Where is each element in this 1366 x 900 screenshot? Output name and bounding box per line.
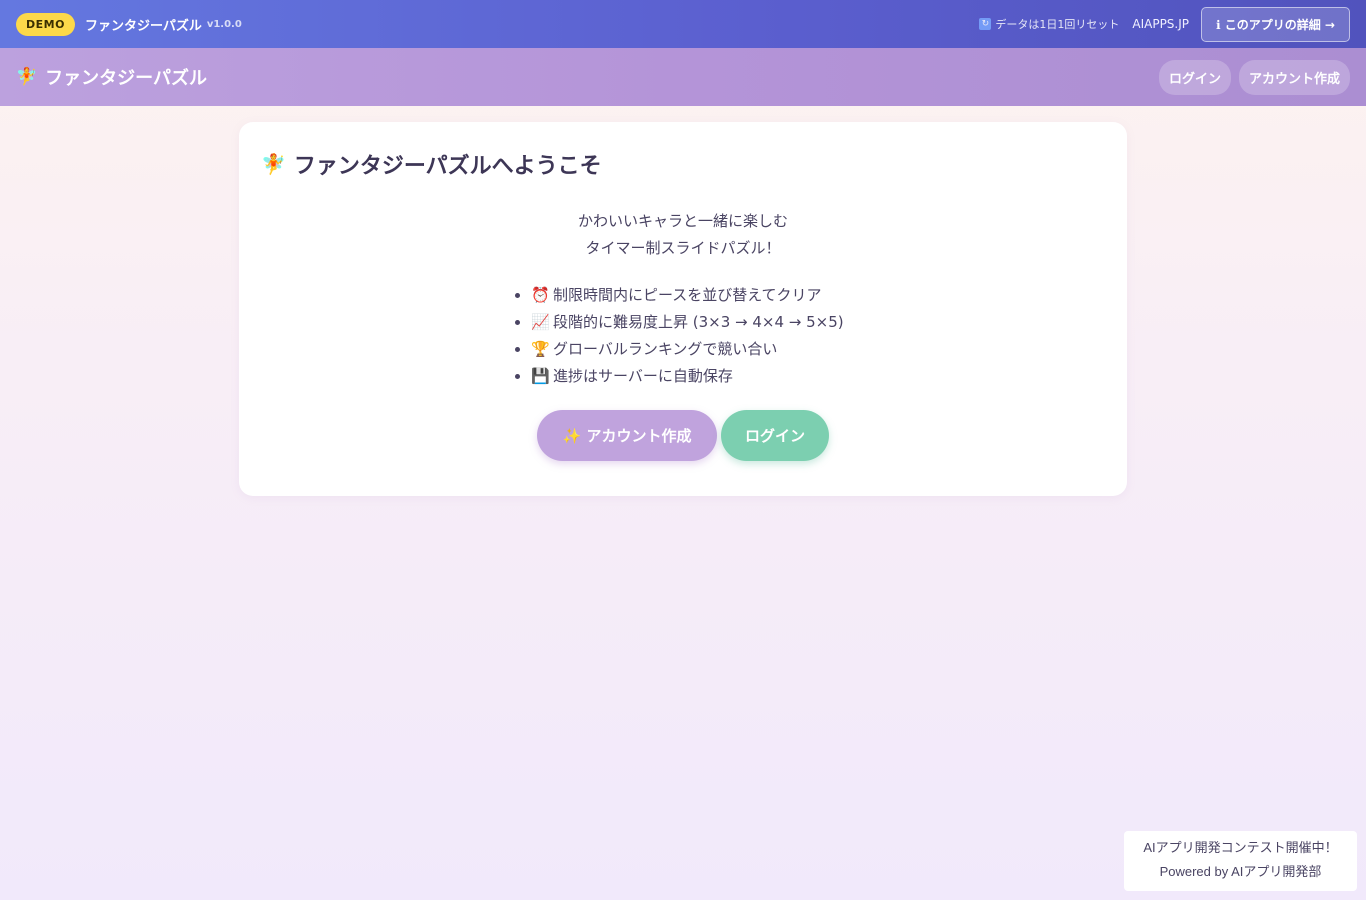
lead-line-2: タイマー制スライドパズル！ bbox=[585, 239, 781, 257]
lead-line-1: かわいいキャラと一緒に楽しむ bbox=[577, 212, 788, 230]
feature-item: 🏆グローバルランキングで競い合い bbox=[531, 336, 871, 363]
trophy-icon: 🏆 bbox=[531, 340, 550, 358]
feature-text: グローバルランキングで競い合い bbox=[553, 340, 778, 358]
reset-note-text: データは1日1回リセット bbox=[995, 18, 1120, 31]
floppy-disk-icon: 💾 bbox=[531, 367, 550, 385]
feature-item: ⏰制限時間内にピースを並び替えてクリア bbox=[531, 282, 871, 309]
chart-up-icon: 📈 bbox=[531, 313, 550, 331]
demo-bar: DEMO ファンタジーパズル v1.0.0 ↻ データは1日1回リセット AIA… bbox=[0, 0, 1366, 48]
feature-text: 段階的に難易度上昇 (3×3 → 4×4 → 5×5) bbox=[553, 313, 844, 331]
demo-bar-left: DEMO ファンタジーパズル v1.0.0 bbox=[16, 12, 242, 36]
welcome-title-text: ファンタジーパズルへようこそ bbox=[293, 154, 602, 179]
fairy-icon: 🧚 bbox=[261, 152, 286, 176]
feature-item: 📈段階的に難易度上昇 (3×3 → 4×4 → 5×5) bbox=[531, 309, 871, 336]
header-signup-button[interactable]: アカウント作成 bbox=[1238, 59, 1350, 95]
contest-banner[interactable]: AIアプリ開発コンテスト開催中！ Powered by AIアプリ開発部 bbox=[1124, 831, 1357, 891]
contest-line-1: AIアプリ開発コンテスト開催中！ bbox=[1143, 840, 1338, 855]
feature-item: 💾進捗はサーバーに自動保存 bbox=[531, 363, 871, 390]
header-login-button[interactable]: ログイン bbox=[1158, 59, 1231, 95]
alarm-clock-icon: ⏰ bbox=[531, 286, 550, 304]
brand[interactable]: 🧚 ファンタジーパズル bbox=[16, 64, 207, 90]
app-header: 🧚 ファンタジーパズル ログイン アカウント作成 bbox=[0, 48, 1366, 106]
feature-text: 制限時間内にピースを並び替えてクリア bbox=[553, 286, 822, 304]
demo-bar-right: ↻ データは1日1回リセット AIAPPS.JP ℹ このアプリの詳細 → bbox=[979, 6, 1350, 42]
app-detail-button[interactable]: ℹ このアプリの詳細 → bbox=[1201, 6, 1350, 42]
feature-text: 進捗はサーバーに自動保存 bbox=[553, 367, 733, 385]
header-actions: ログイン アカウント作成 bbox=[1151, 59, 1350, 95]
login-button[interactable]: ログイン bbox=[721, 410, 829, 461]
contest-line-2: Powered by AIアプリ開発部 bbox=[1159, 864, 1322, 879]
brand-name: ファンタジーパズル bbox=[45, 68, 207, 89]
welcome-title: 🧚 ファンタジーパズルへようこそ bbox=[261, 148, 1105, 180]
demo-version: v1.0.0 bbox=[206, 18, 242, 30]
reset-icon: ↻ bbox=[979, 18, 992, 30]
reset-note: ↻ データは1日1回リセット bbox=[979, 16, 1119, 32]
welcome-actions: ✨ アカウント作成 ログイン bbox=[261, 410, 1105, 461]
demo-badge: DEMO bbox=[16, 12, 75, 36]
welcome-card: 🧚 ファンタジーパズルへようこそ かわいいキャラと一緒に楽しむ タイマー制スライ… bbox=[239, 122, 1127, 496]
welcome-lead: かわいいキャラと一緒に楽しむ タイマー制スライドパズル！ bbox=[261, 208, 1105, 262]
site-link[interactable]: AIAPPS.JP bbox=[1132, 17, 1189, 31]
feature-list: ⏰制限時間内にピースを並び替えてクリア 📈段階的に難易度上昇 (3×3 → 4×… bbox=[511, 282, 871, 390]
create-account-button[interactable]: ✨ アカウント作成 bbox=[537, 410, 717, 461]
fairy-icon: 🧚 bbox=[16, 67, 38, 87]
demo-app-name: ファンタジーパズル bbox=[84, 18, 202, 34]
